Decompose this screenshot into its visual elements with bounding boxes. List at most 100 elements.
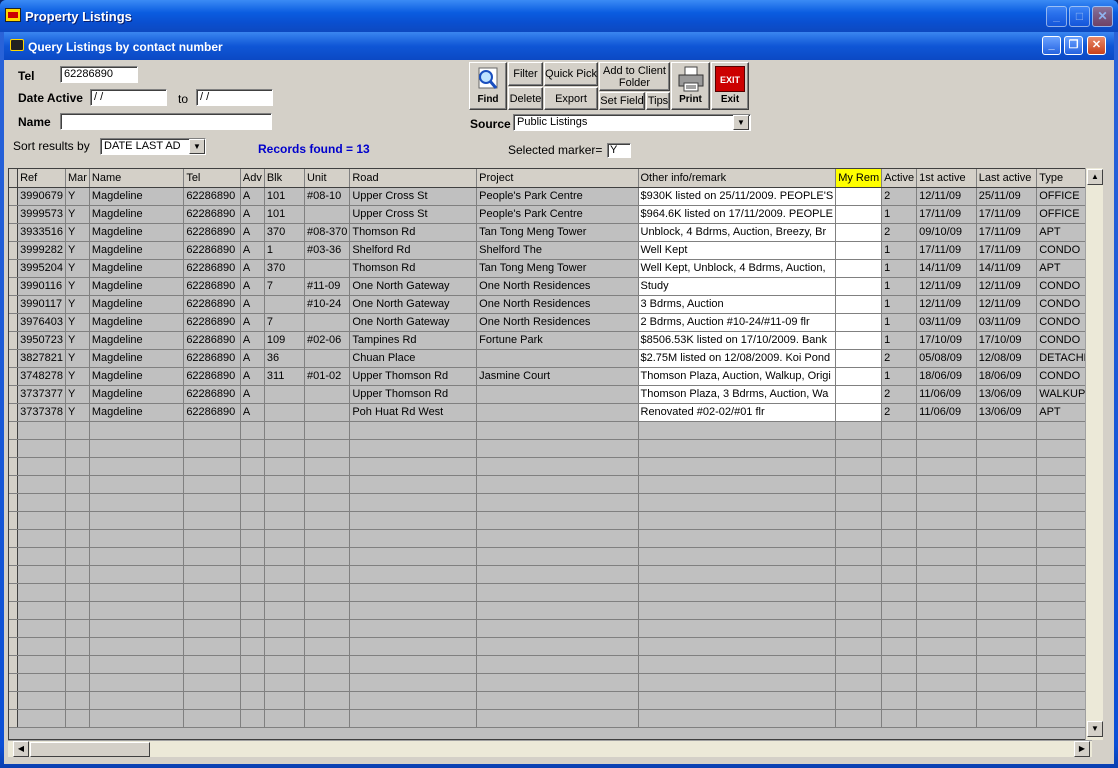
table-cell[interactable] bbox=[304, 475, 351, 494]
table-cell[interactable] bbox=[240, 691, 265, 710]
table-cell[interactable] bbox=[89, 457, 185, 476]
table-cell[interactable]: #01-02 bbox=[304, 367, 351, 386]
table-cell[interactable]: Shelford Rd bbox=[349, 241, 478, 260]
table-cell[interactable] bbox=[240, 457, 265, 476]
table-cell[interactable] bbox=[835, 475, 883, 494]
row-selector[interactable] bbox=[9, 547, 19, 566]
table-cell[interactable] bbox=[881, 655, 918, 674]
table-row[interactable]: 3999282 Y Magdeline 62286890 A 1 #03-36 Shelfor… bbox=[9, 241, 1102, 260]
table-row[interactable]: 3827821 Y Magdeline 62286890 A 36 Chuan Place $… bbox=[9, 349, 1102, 368]
empty-table-row[interactable] bbox=[9, 439, 1102, 458]
table-cell[interactable] bbox=[881, 673, 918, 692]
table-cell[interactable]: A bbox=[240, 205, 265, 224]
find-button[interactable]: Find bbox=[469, 62, 507, 110]
table-cell[interactable] bbox=[349, 475, 478, 494]
table-row[interactable]: 3990117 Y Magdeline 62286890 A #10-24 One Nort… bbox=[9, 295, 1102, 314]
table-cell[interactable] bbox=[349, 583, 478, 602]
table-cell[interactable] bbox=[476, 421, 639, 440]
table-cell[interactable] bbox=[304, 493, 351, 512]
table-cell[interactable] bbox=[183, 637, 241, 656]
table-cell[interactable] bbox=[65, 637, 90, 656]
table-cell[interactable]: #10-24 bbox=[304, 295, 351, 314]
table-cell[interactable]: Magdeline bbox=[89, 349, 185, 368]
table-cell[interactable] bbox=[835, 619, 883, 638]
table-cell[interactable] bbox=[881, 547, 918, 566]
table-cell[interactable] bbox=[476, 673, 639, 692]
table-cell[interactable] bbox=[240, 637, 265, 656]
table-cell[interactable]: $930K listed on 25/11/2009. PEOPLE'S bbox=[638, 187, 837, 206]
arrow-right-icon[interactable]: ▶ bbox=[1074, 741, 1090, 757]
table-cell[interactable] bbox=[476, 475, 639, 494]
table-cell[interactable] bbox=[638, 493, 837, 512]
table-cell[interactable] bbox=[17, 637, 66, 656]
table-cell[interactable] bbox=[304, 313, 351, 332]
table-cell[interactable] bbox=[638, 529, 837, 548]
row-selector[interactable] bbox=[9, 385, 19, 404]
table-cell[interactable]: Thomson Plaza, 3 Bdrms, Auction, Wa bbox=[638, 385, 837, 404]
table-cell[interactable] bbox=[638, 475, 837, 494]
table-cell[interactable] bbox=[881, 565, 918, 584]
table-cell[interactable] bbox=[183, 709, 241, 728]
table-cell[interactable]: People's Park Centre bbox=[476, 187, 639, 206]
table-cell[interactable] bbox=[881, 529, 918, 548]
row-selector[interactable] bbox=[9, 583, 19, 602]
table-cell[interactable] bbox=[183, 511, 241, 530]
table-cell[interactable]: 62286890 bbox=[183, 259, 241, 278]
table-cell[interactable] bbox=[476, 637, 639, 656]
table-cell[interactable] bbox=[240, 655, 265, 674]
tel-input[interactable]: 62286890 bbox=[60, 66, 138, 83]
sub-restore-button[interactable]: ❐ bbox=[1064, 36, 1083, 55]
table-cell[interactable] bbox=[183, 619, 241, 638]
table-cell[interactable] bbox=[264, 529, 305, 548]
table-cell[interactable]: Thomson Rd bbox=[349, 259, 478, 278]
table-row[interactable]: 3990679 Y Magdeline 62286890 A 101 #08-10 Upper… bbox=[9, 187, 1102, 206]
table-cell[interactable] bbox=[304, 583, 351, 602]
col-header-project[interactable]: Project bbox=[476, 169, 639, 188]
table-cell[interactable] bbox=[476, 583, 639, 602]
table-cell[interactable] bbox=[264, 709, 305, 728]
table-cell[interactable] bbox=[835, 583, 883, 602]
table-cell[interactable]: Upper Cross St bbox=[349, 205, 478, 224]
empty-table-row[interactable] bbox=[9, 637, 1102, 656]
table-cell[interactable] bbox=[65, 601, 90, 620]
table-cell[interactable]: 62286890 bbox=[183, 313, 241, 332]
empty-table-row[interactable] bbox=[9, 475, 1102, 494]
col-header-my-remark[interactable]: My Rem bbox=[835, 169, 883, 188]
table-cell[interactable] bbox=[349, 439, 478, 458]
table-cell[interactable] bbox=[240, 421, 265, 440]
table-cell[interactable] bbox=[304, 601, 351, 620]
subwindow-title-bar[interactable]: Query Listings by contact number _ ❐ ✕ bbox=[4, 32, 1114, 60]
table-cell[interactable] bbox=[835, 295, 883, 314]
table-cell[interactable]: Y bbox=[65, 385, 90, 404]
table-cell[interactable] bbox=[349, 709, 478, 728]
table-cell[interactable] bbox=[476, 655, 639, 674]
table-cell[interactable] bbox=[240, 619, 265, 638]
table-cell[interactable]: 101 bbox=[264, 187, 305, 206]
table-cell[interactable]: 62286890 bbox=[183, 277, 241, 296]
table-cell[interactable] bbox=[916, 655, 977, 674]
table-cell[interactable] bbox=[304, 655, 351, 674]
close-button[interactable]: ✕ bbox=[1092, 6, 1113, 27]
table-cell[interactable]: 3737377 bbox=[17, 385, 66, 404]
table-cell[interactable] bbox=[916, 547, 977, 566]
table-cell[interactable]: Study bbox=[638, 277, 837, 296]
table-cell[interactable]: 17/11/09 bbox=[976, 241, 1038, 260]
table-cell[interactable] bbox=[304, 205, 351, 224]
table-cell[interactable]: 1 bbox=[264, 241, 305, 260]
table-cell[interactable] bbox=[916, 637, 977, 656]
horizontal-scroll-thumb[interactable] bbox=[30, 742, 150, 757]
selected-marker-input[interactable]: Y bbox=[607, 143, 631, 158]
table-cell[interactable] bbox=[304, 709, 351, 728]
col-header-road[interactable]: Road bbox=[349, 169, 478, 188]
table-cell[interactable] bbox=[65, 691, 90, 710]
table-cell[interactable] bbox=[476, 493, 639, 512]
col-header-blk[interactable]: Blk bbox=[264, 169, 305, 188]
table-cell[interactable]: Y bbox=[65, 295, 90, 314]
table-cell[interactable] bbox=[835, 205, 883, 224]
table-cell[interactable]: 13/06/09 bbox=[976, 385, 1038, 404]
table-cell[interactable] bbox=[89, 439, 185, 458]
table-cell[interactable] bbox=[304, 403, 351, 422]
table-cell[interactable] bbox=[916, 673, 977, 692]
table-cell[interactable]: Shelford The bbox=[476, 241, 639, 260]
table-cell[interactable]: Tampines Rd bbox=[349, 331, 478, 350]
